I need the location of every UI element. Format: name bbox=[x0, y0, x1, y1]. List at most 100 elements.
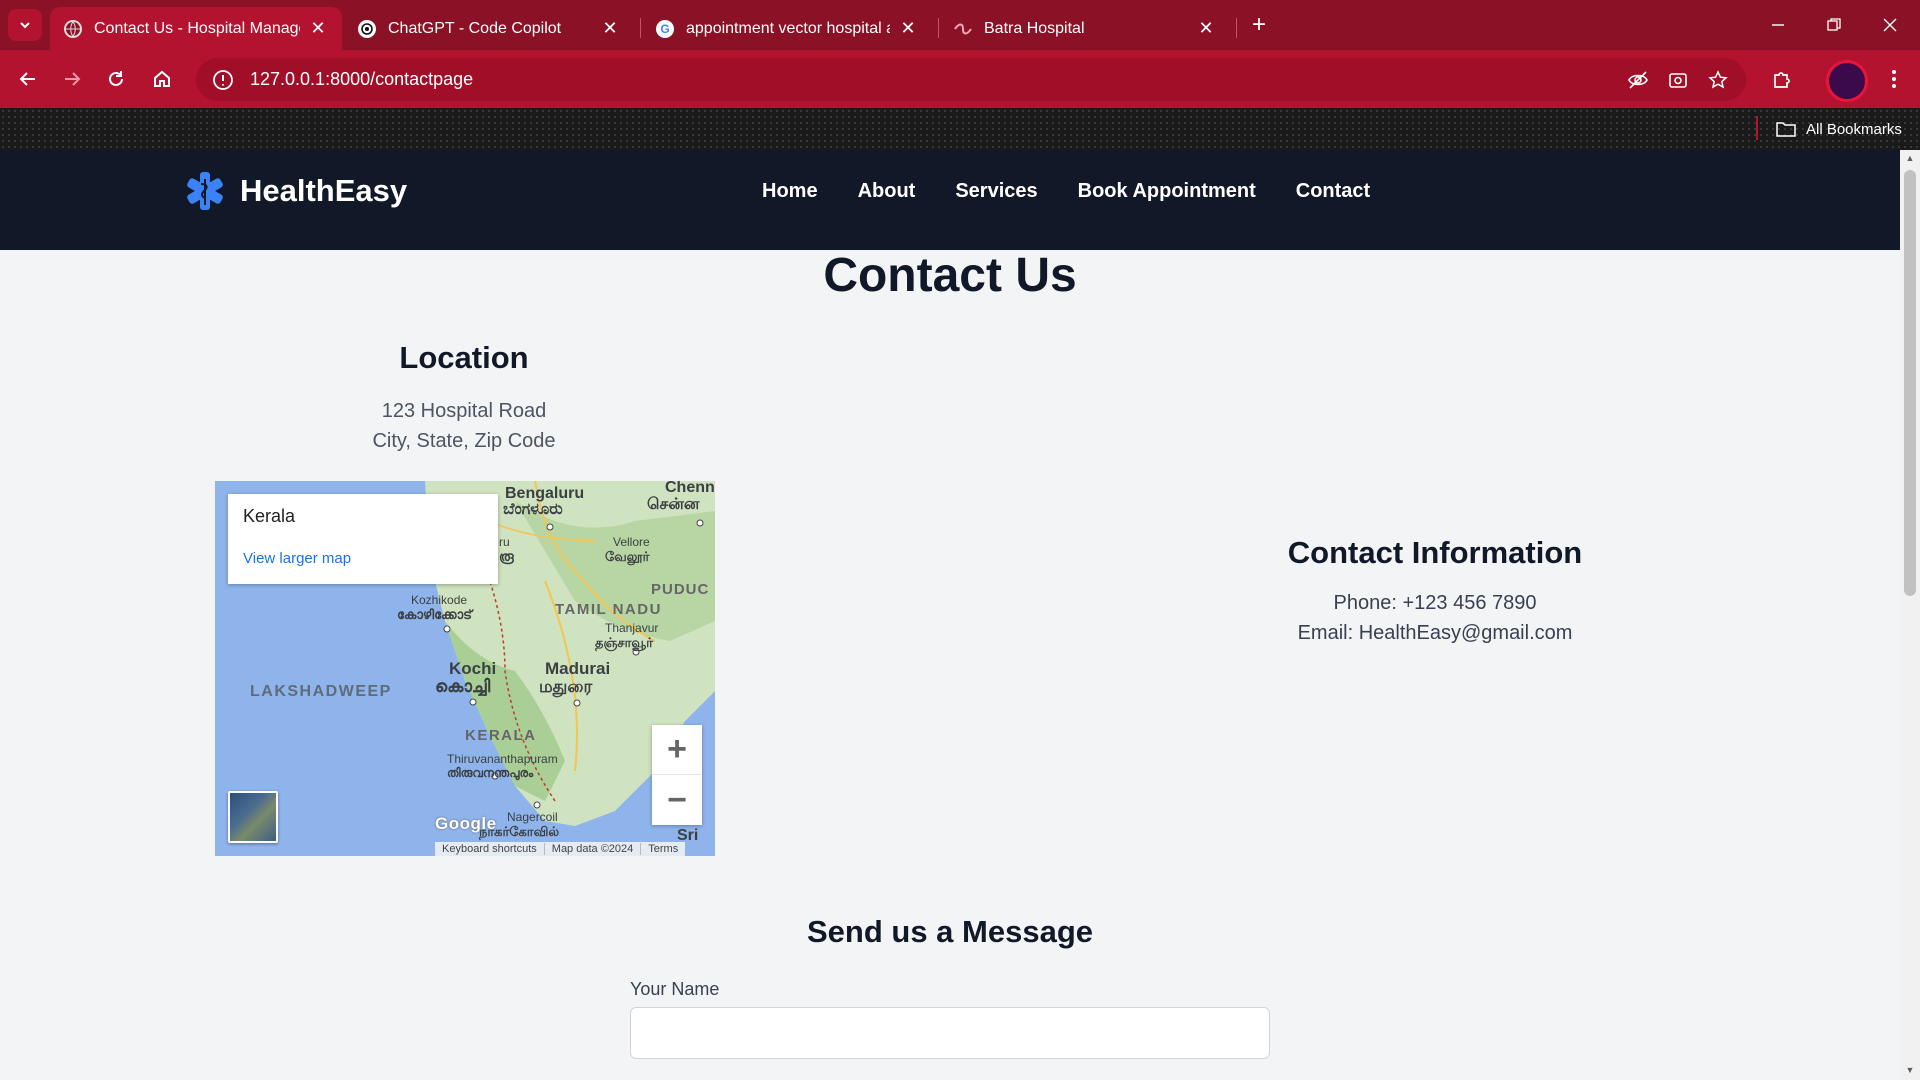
map-label-thanjavur: Thanjavur bbox=[605, 621, 659, 635]
close-tab-icon[interactable]: ✕ bbox=[898, 18, 918, 39]
site-navbar: HealthEasy Home About Services Book Appo… bbox=[0, 150, 1900, 250]
brand-name: HealthEasy bbox=[240, 173, 408, 208]
page-scrollbar[interactable]: ▲ ▼ bbox=[1900, 150, 1920, 1080]
send-message-heading: Send us a Message bbox=[806, 914, 1093, 949]
contact-email: Email: HealthEasy@gmail.com bbox=[1297, 622, 1573, 644]
view-larger-map-link[interactable]: View larger map bbox=[243, 550, 483, 567]
site-info-icon[interactable] bbox=[212, 69, 234, 91]
home-button[interactable] bbox=[142, 59, 182, 99]
scroll-up-arrow-icon[interactable]: ▲ bbox=[1905, 154, 1915, 163]
tab-chatgpt[interactable]: ChatGPT - Code Copilot ✕ bbox=[344, 7, 634, 50]
contact-info-heading: Contact Information bbox=[1287, 535, 1583, 570]
zoom-in-button[interactable]: + bbox=[652, 725, 702, 775]
browser-tab-bar: Contact Us - Hospital Management ✕ ChatG… bbox=[0, 0, 1920, 50]
url-text[interactable]: 127.0.0.1:8000/contactpage bbox=[250, 69, 1620, 90]
nav-about[interactable]: About bbox=[858, 180, 916, 203]
location-section: Location 123 Hospital Road City, State, … bbox=[214, 340, 714, 456]
embedded-map[interactable]: Bengaluru ಬೆಂಗಳೂರು Chenn சென்ன Vellore வ… bbox=[215, 481, 715, 856]
tab-google-search[interactable]: G appointment vector hospital appointmen… bbox=[642, 7, 932, 50]
contact-info-section: Contact Information Phone: +123 456 7890… bbox=[1135, 535, 1735, 648]
scrollbar-thumb[interactable] bbox=[1904, 170, 1916, 596]
page-viewport: HealthEasy Home About Services Book Appo… bbox=[0, 150, 1900, 1080]
back-button[interactable] bbox=[8, 59, 48, 99]
medical-star-icon bbox=[187, 172, 223, 210]
forward-button[interactable] bbox=[52, 59, 92, 99]
map-label-puducherry: PUDUC bbox=[651, 581, 710, 598]
tab-title: ChatGPT - Code Copilot bbox=[388, 19, 562, 37]
minimize-icon bbox=[1772, 24, 1784, 26]
browser-toolbar: 127.0.0.1:8000/contactpage bbox=[0, 50, 1920, 108]
close-window-button[interactable] bbox=[1862, 0, 1918, 50]
tab-title: Batra Hospital bbox=[984, 19, 1085, 37]
bookmarks-separator bbox=[1756, 116, 1758, 140]
keyboard-shortcuts-link[interactable]: Keyboard shortcuts bbox=[435, 843, 545, 855]
tab-contact-us[interactable]: Contact Us - Hospital Management ✕ bbox=[50, 7, 342, 50]
scroll-down-arrow-icon[interactable]: ▼ bbox=[1905, 1066, 1915, 1075]
map-data-attribution: Map data ©2024 bbox=[545, 843, 642, 855]
map-label-kerala: KERALA bbox=[465, 727, 537, 744]
map-label-chennai-local: சென்ன bbox=[647, 496, 700, 513]
chevron-down-icon bbox=[20, 22, 30, 29]
lens-search-icon[interactable] bbox=[1660, 62, 1696, 98]
tab-separator bbox=[640, 18, 641, 38]
back-arrow-icon bbox=[19, 72, 35, 86]
nav-home[interactable]: Home bbox=[762, 180, 818, 203]
google-logo: Google bbox=[435, 814, 497, 833]
map-label-kozhikode: Kozhikode bbox=[411, 593, 468, 607]
close-tab-icon[interactable]: ✕ bbox=[1196, 18, 1216, 39]
terms-link[interactable]: Terms bbox=[641, 843, 685, 855]
extensions-button[interactable] bbox=[1762, 59, 1802, 99]
home-icon bbox=[154, 70, 170, 87]
eye-off-icon[interactable] bbox=[1620, 62, 1656, 98]
minimize-button[interactable] bbox=[1750, 0, 1806, 50]
all-bookmarks-label: All Bookmarks bbox=[1806, 120, 1902, 138]
map-label-nagercoil: Nagercoil bbox=[507, 810, 558, 824]
tab-separator bbox=[1236, 18, 1237, 38]
map-footer: Keyboard shortcuts Map data ©2024 Terms bbox=[435, 842, 686, 856]
page-title: Contact Us bbox=[823, 249, 1077, 302]
zoom-out-button[interactable]: − bbox=[652, 775, 702, 825]
map-label-vellore: Vellore bbox=[613, 535, 650, 549]
tab-search-button[interactable] bbox=[8, 9, 42, 41]
profile-avatar[interactable] bbox=[1826, 60, 1868, 102]
your-name-label: Your Name bbox=[630, 979, 720, 999]
forward-arrow-icon bbox=[65, 72, 81, 86]
restore-button[interactable] bbox=[1806, 0, 1862, 50]
address-bar[interactable]: 127.0.0.1:8000/contactpage bbox=[196, 58, 1746, 101]
map-label-thiruvananthapuram-local: തിരുവനന്തപുരം bbox=[447, 766, 534, 780]
close-tab-icon[interactable]: ✕ bbox=[600, 18, 620, 39]
map-label-mysuru-fragment-local: രൂ bbox=[499, 549, 514, 564]
map-label-thanjavur-local: தஞ்சாவூர் bbox=[595, 635, 653, 650]
close-tab-icon[interactable]: ✕ bbox=[308, 18, 328, 39]
address: 123 Hospital Road City, State, Zip Code bbox=[214, 396, 714, 456]
puzzle-icon bbox=[1774, 72, 1790, 88]
brand-logo[interactable]: HealthEasy bbox=[184, 170, 407, 212]
map-label-madurai-local: மதுரை bbox=[539, 677, 593, 696]
nav-book-appointment[interactable]: Book Appointment bbox=[1078, 180, 1256, 203]
map-label-lakshadweep: LAKSHADWEEP bbox=[250, 683, 392, 700]
map-label-mysuru-fragment: ru bbox=[499, 535, 510, 549]
bookmark-star-icon[interactable] bbox=[1700, 62, 1736, 98]
tab-title: Contact Us - Hospital Management bbox=[94, 19, 300, 37]
map-label-thiruvananthapuram: Thiruvananthapuram bbox=[447, 752, 558, 766]
location-heading: Location bbox=[399, 340, 529, 375]
folder-icon bbox=[1776, 122, 1796, 137]
map-label-vellore-local: வேலூர் bbox=[605, 549, 650, 564]
tab-batra-hospital[interactable]: Batra Hospital ✕ bbox=[940, 7, 1230, 50]
chatgpt-icon bbox=[358, 19, 376, 38]
hospital-logo-icon bbox=[954, 20, 972, 38]
reload-button[interactable] bbox=[96, 59, 136, 99]
map-place-card: Kerala View larger map bbox=[228, 494, 498, 584]
google-icon: G bbox=[656, 19, 674, 38]
nav-services[interactable]: Services bbox=[955, 180, 1037, 203]
browser-menu-button[interactable] bbox=[1874, 59, 1914, 99]
nav-contact[interactable]: Contact bbox=[1296, 180, 1370, 203]
all-bookmarks-button[interactable]: All Bookmarks bbox=[1776, 116, 1902, 142]
map-label-madurai: Madurai bbox=[545, 659, 611, 678]
new-tab-button[interactable]: + bbox=[1244, 10, 1274, 40]
contact-phone: Phone: +123 456 7890 bbox=[1333, 592, 1537, 614]
tab-separator bbox=[938, 18, 939, 38]
map-label-bengaluru-local: ಬೆಂಗಳೂರು bbox=[503, 501, 563, 518]
satellite-toggle[interactable] bbox=[228, 791, 278, 843]
your-name-input[interactable] bbox=[630, 1007, 1270, 1059]
